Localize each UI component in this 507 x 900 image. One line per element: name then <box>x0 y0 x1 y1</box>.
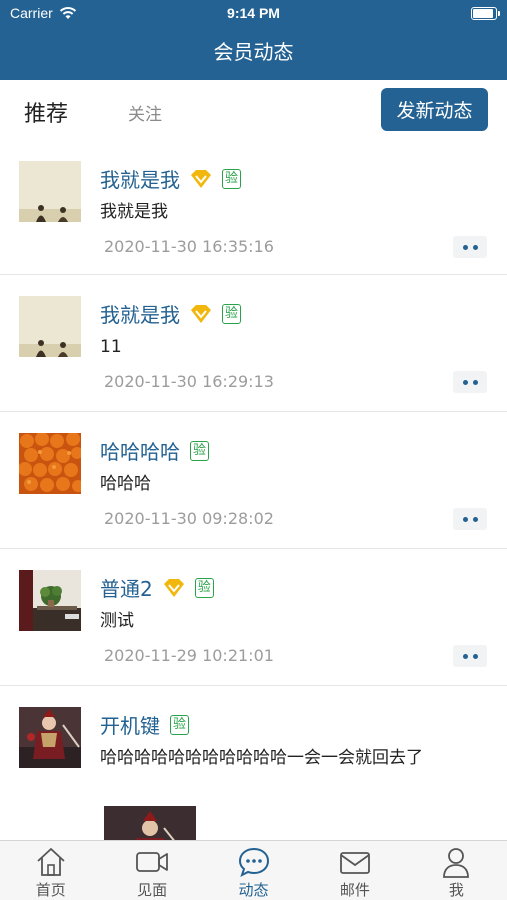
more-dots-icon <box>462 379 468 385</box>
chat-icon <box>238 847 269 877</box>
person-icon <box>443 848 470 878</box>
post-timestamp: 2020-11-29 10:21:01 <box>104 646 274 665</box>
post-content: 测试 <box>100 611 134 631</box>
tab-follow[interactable]: 关注 <box>128 100 162 125</box>
vip-diamond-icon <box>191 304 211 323</box>
new-post-button[interactable]: 发新动态 <box>381 88 488 131</box>
post-timestamp: 2020-11-30 16:35:16 <box>104 237 274 256</box>
tab-me[interactable]: 我 <box>406 841 507 900</box>
page-title: 会员动态 <box>213 40 294 64</box>
post-image[interactable] <box>104 806 196 840</box>
tab-label: 见面 <box>137 881 168 899</box>
more-options-button[interactable] <box>453 645 487 667</box>
post-header: 开机键 验 <box>100 710 190 739</box>
avatar[interactable] <box>19 707 81 768</box>
post-timestamp: 2020-11-30 16:29:13 <box>104 372 274 391</box>
post-timestamp: 2020-11-30 09:28:02 <box>104 509 274 528</box>
mail-icon <box>340 852 370 874</box>
more-options-button[interactable] <box>453 508 487 530</box>
username[interactable]: 我就是我 <box>100 299 180 328</box>
verified-badge: 验 <box>194 577 214 598</box>
more-dots-icon <box>462 516 468 522</box>
tab-label: 首页 <box>35 881 66 899</box>
post-content: 哈哈哈 <box>100 474 151 494</box>
tab-mail[interactable]: 邮件 <box>304 841 405 900</box>
avatar[interactable] <box>19 570 81 631</box>
tab-feed[interactable]: 动态 <box>203 841 304 900</box>
vip-diamond-icon <box>163 578 184 597</box>
post-item[interactable]: 开机键 验 哈哈哈哈哈哈哈哈哈哈哈一会一会就回去了 <box>0 686 507 840</box>
username[interactable]: 开机键 <box>100 710 160 739</box>
verified-badge: 验 <box>222 168 242 189</box>
status-bar: Carrier 9:14 PM <box>0 4 507 24</box>
more-dots-icon <box>462 653 468 659</box>
nav-header: Carrier 9:14 PM 会员动态 <box>0 0 507 80</box>
feed-tabs: 推荐 关注 发新动态 <box>0 80 507 140</box>
battery-icon <box>471 7 500 20</box>
post-item[interactable]: 我就是我 验 我就是我 2020-11-30 16:35:16 <box>0 140 507 275</box>
vip-diamond-icon <box>191 169 211 188</box>
more-options-button[interactable] <box>453 236 487 258</box>
video-icon <box>136 852 169 872</box>
home-icon <box>37 848 65 876</box>
post-header: 我就是我 验 <box>100 299 242 328</box>
post-content: 哈哈哈哈哈哈哈哈哈哈哈一会一会就回去了 <box>100 748 423 768</box>
feed-list[interactable]: 我就是我 验 我就是我 2020-11-30 16:35:16 我就是我 验 1… <box>0 140 507 840</box>
username[interactable]: 哈哈哈哈 <box>100 436 180 465</box>
post-content: 11 <box>100 337 122 357</box>
post-item[interactable]: 普通2 验 测试 2020-11-29 10:21:01 <box>0 549 507 686</box>
post-item[interactable]: 哈哈哈哈 验 哈哈哈 2020-11-30 09:28:02 <box>0 412 507 549</box>
post-header: 我就是我 验 <box>100 164 242 193</box>
bottom-tab-bar: 首页 见面 动态 邮件 我 <box>0 840 507 900</box>
verified-badge: 验 <box>222 303 242 324</box>
avatar[interactable] <box>19 161 81 222</box>
tab-home[interactable]: 首页 <box>0 841 101 900</box>
avatar[interactable] <box>19 296 81 357</box>
post-header: 普通2 验 <box>100 573 214 602</box>
more-dots-icon <box>462 244 468 250</box>
username[interactable]: 我就是我 <box>100 164 180 193</box>
post-content: 我就是我 <box>100 202 168 222</box>
post-header: 哈哈哈哈 验 <box>100 436 210 465</box>
tab-recommend[interactable]: 推荐 <box>24 96 68 128</box>
clock: 9:14 PM <box>227 5 280 21</box>
avatar[interactable] <box>19 433 81 494</box>
tab-meet[interactable]: 见面 <box>101 841 202 900</box>
tab-label: 我 <box>448 881 464 899</box>
tab-label: 邮件 <box>339 881 370 899</box>
verified-badge: 验 <box>170 714 190 735</box>
username[interactable]: 普通2 <box>100 573 153 602</box>
verified-badge: 验 <box>190 440 210 461</box>
tab-label: 动态 <box>238 881 269 899</box>
more-options-button[interactable] <box>453 371 487 393</box>
post-item[interactable]: 我就是我 验 11 2020-11-30 16:29:13 <box>0 275 507 412</box>
